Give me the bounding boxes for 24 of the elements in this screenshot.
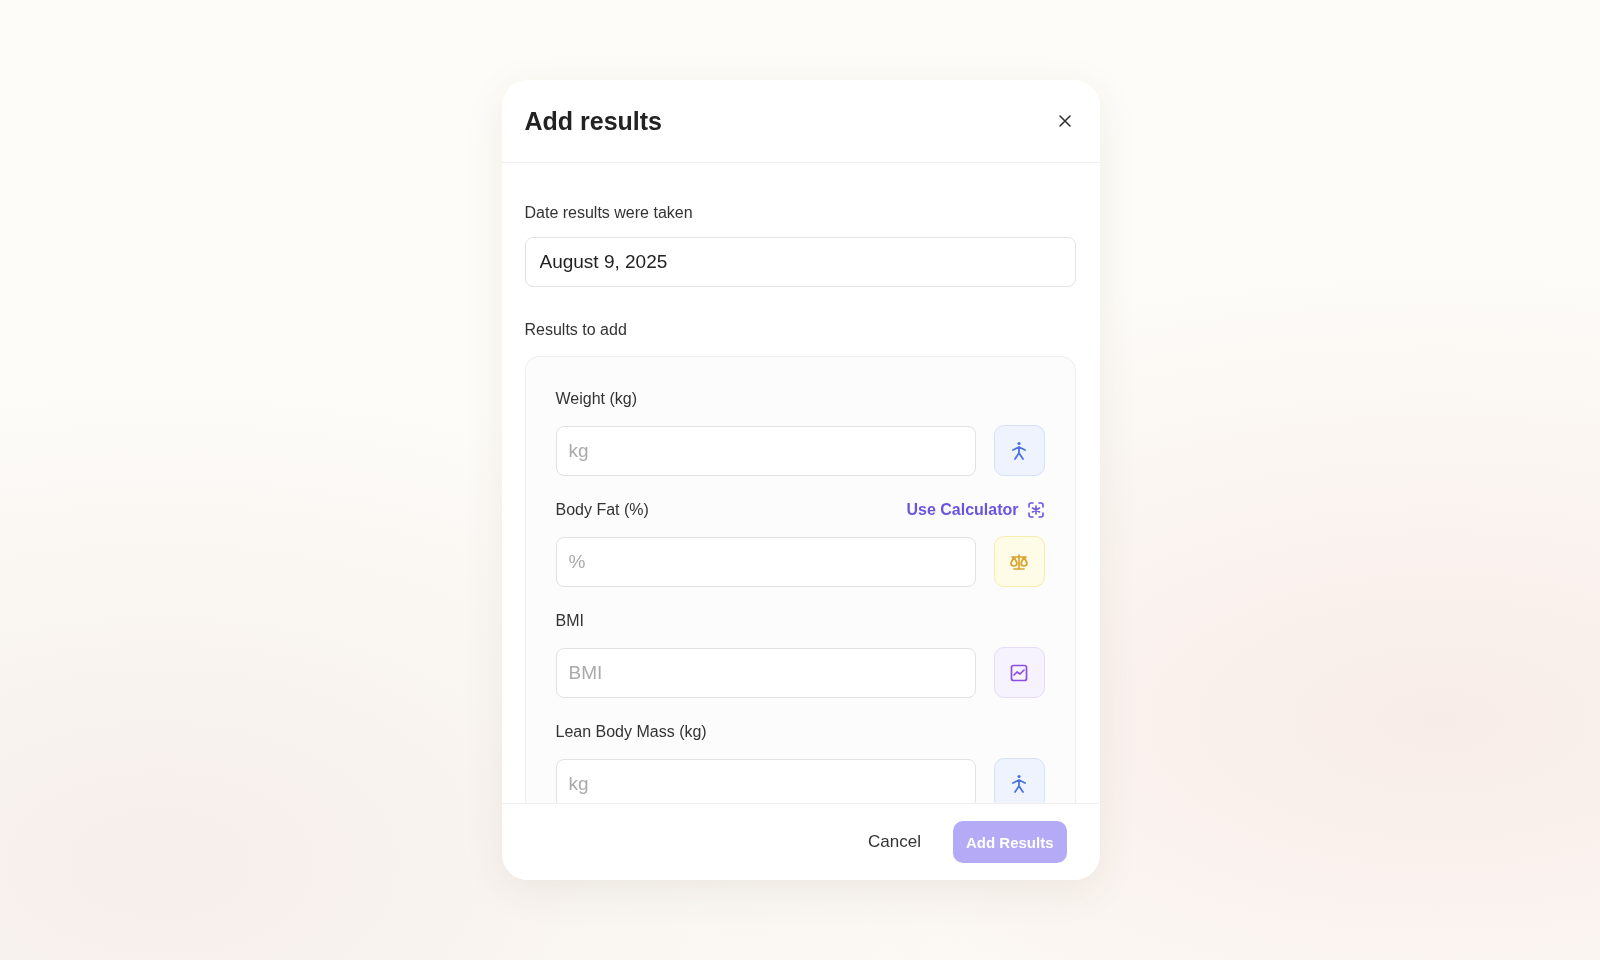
cancel-button[interactable]: Cancel [862, 831, 927, 853]
icon-button[interactable] [993, 425, 1045, 476]
scan-icon [1026, 501, 1045, 519]
field-label: Weight (kg) [555, 390, 637, 408]
walking-person-icon [1010, 440, 1028, 461]
walking-person-icon [1010, 773, 1028, 794]
icon-button[interactable] [993, 536, 1045, 587]
field-label: Body Fat (%) [555, 501, 649, 519]
icon-button[interactable] [993, 758, 1045, 803]
balance-scale-icon [1009, 552, 1029, 571]
calculator-link[interactable]: Use Calculator [906, 501, 1045, 519]
chart-icon [1010, 663, 1028, 682]
input-field[interactable]: kg [555, 758, 976, 803]
field-label: BMI [555, 612, 584, 630]
input-field[interactable]: % [555, 536, 976, 587]
dialog-title: Add results [524, 106, 663, 136]
field-label: Date results were taken [524, 204, 694, 222]
date-field[interactable]: August 9, 2025 [524, 237, 1076, 287]
close-icon [1057, 114, 1072, 128]
field-label: Lean Body Mass (kg) [555, 723, 707, 741]
input-field[interactable]: BMI [555, 647, 976, 698]
section-label: Results to add [524, 321, 628, 339]
input-field[interactable]: kg [555, 425, 976, 476]
icon-button[interactable] [993, 647, 1045, 698]
